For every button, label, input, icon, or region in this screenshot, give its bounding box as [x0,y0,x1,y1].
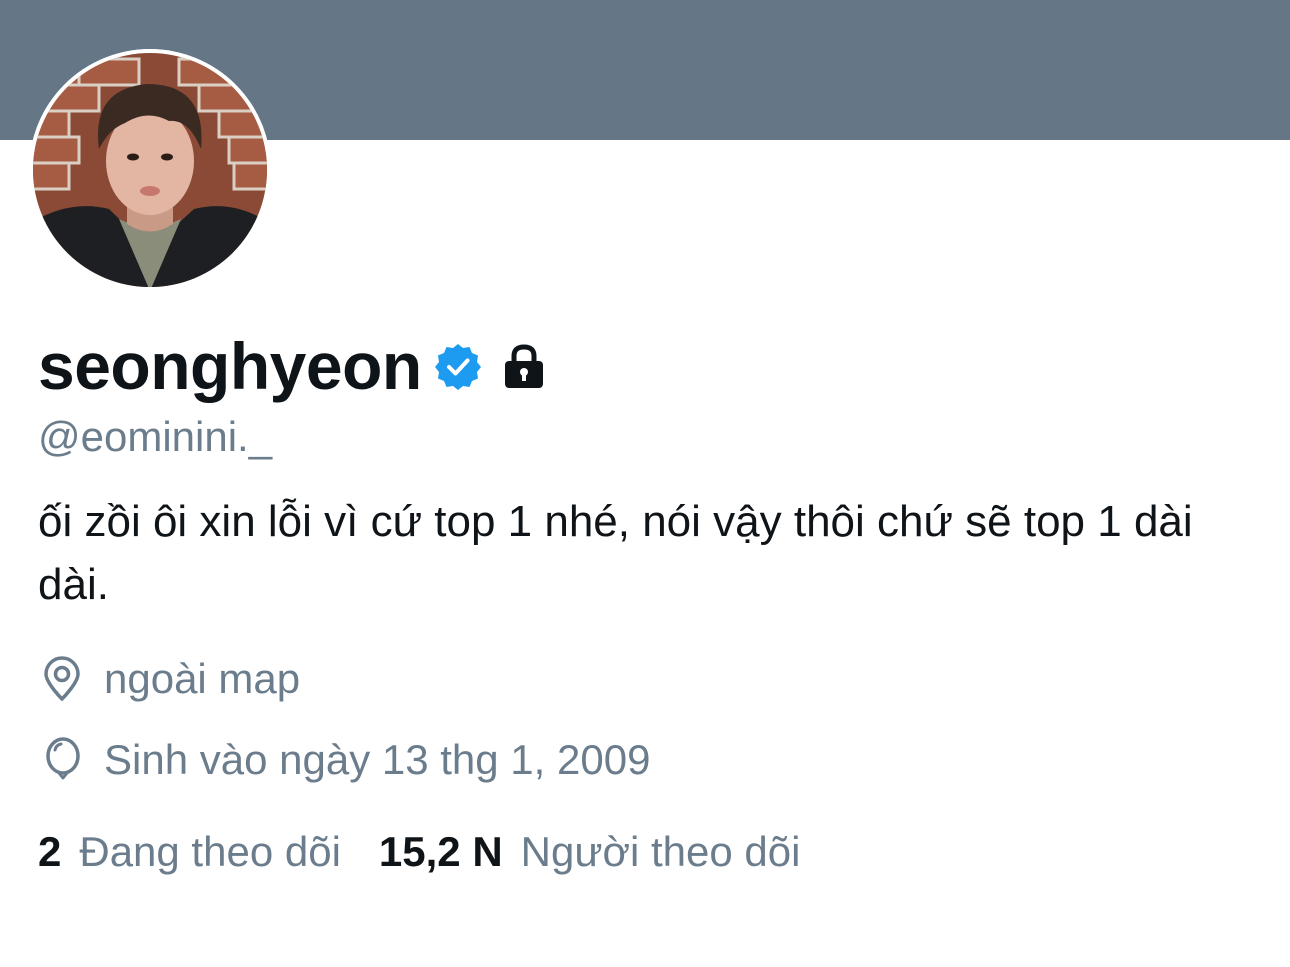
location-pin-icon [38,655,86,703]
following-link[interactable]: 2 Đang theo dõi [38,828,341,876]
verified-badge-icon[interactable] [434,342,482,390]
bio: ối zồi ôi xin lỗi vì cứ top 1 nhé, nói v… [38,497,1193,609]
birth-text: Sinh vào ngày 13 thg 1, 2009 [104,736,651,783]
display-name: seonghyeon [38,329,422,403]
followers-count: 15,2 N [378,828,503,875]
lock-icon [500,342,548,390]
balloon-icon [38,736,86,784]
handle: @eominini._ [38,413,273,460]
following-label: Đang theo dõi [79,828,341,875]
follow-stats: 2 Đang theo dõi 15,2 N Người theo dõi [38,824,800,880]
birth-row: Sinh vào ngày 13 thg 1, 2009 [38,732,650,788]
location-row: ngoài map [38,651,300,707]
following-count: 2 [38,828,62,875]
followers-label: Người theo dõi [520,828,801,875]
name-row: seonghyeon [38,326,548,406]
location-text: ngoài map [104,655,301,702]
followers-link[interactable]: 15,2 N Người theo dõi [379,828,801,876]
avatar[interactable] [29,49,271,291]
